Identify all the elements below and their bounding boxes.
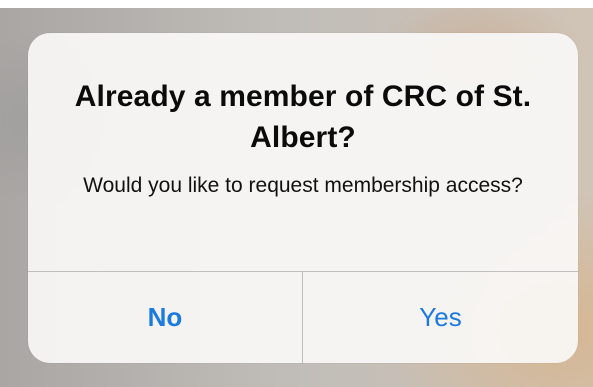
membership-alert-dialog: Already a member of CRC of St. Albert? W… bbox=[28, 33, 578, 363]
alert-title: Already a member of CRC of St. Albert? bbox=[74, 80, 532, 154]
no-button[interactable]: No bbox=[28, 272, 302, 363]
alert-content: Already a member of CRC of St. Albert? W… bbox=[28, 33, 578, 271]
yes-button[interactable]: Yes bbox=[303, 272, 578, 363]
top-edge bbox=[0, 0, 593, 8]
alert-message: Would you like to request membership acc… bbox=[83, 174, 523, 197]
